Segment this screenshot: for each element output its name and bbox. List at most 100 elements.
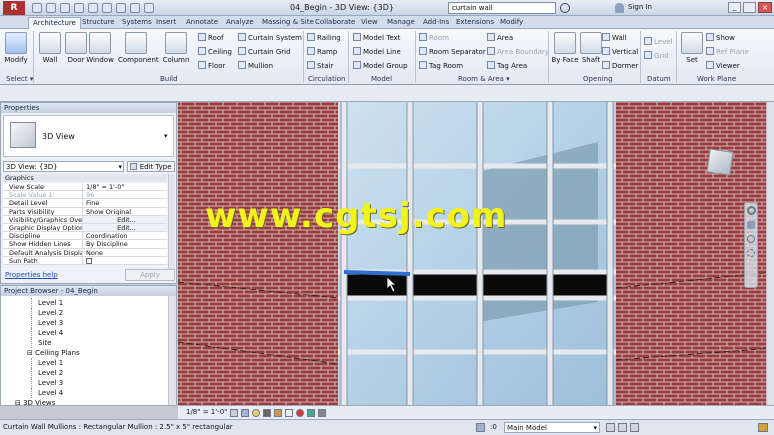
- print-icon[interactable]: [88, 3, 98, 13]
- visual-style-icon[interactable]: [241, 409, 249, 417]
- vertical-opening-button[interactable]: Vertical: [602, 47, 638, 58]
- floor-button[interactable]: Floor: [198, 61, 225, 72]
- minimize-button[interactable]: _: [728, 2, 741, 13]
- by-face-button[interactable]: By Face: [551, 32, 579, 64]
- 3d-view-icon[interactable]: [130, 3, 140, 13]
- properties-scrollbar[interactable]: [168, 174, 175, 269]
- reveal-hidden-icon[interactable]: [307, 409, 315, 417]
- viewcube-icon[interactable]: [706, 148, 734, 176]
- tab-extensions[interactable]: Extensions: [452, 17, 498, 29]
- curtain-system-button[interactable]: Curtain System: [238, 33, 302, 44]
- select-links-icon[interactable]: [618, 423, 627, 432]
- tree-item[interactable]: Level 3: [31, 378, 167, 388]
- type-selector[interactable]: 3D View ▾: [3, 115, 174, 157]
- wall-opening-button[interactable]: Wall: [602, 33, 627, 44]
- tree-item[interactable]: Level 3: [31, 318, 167, 328]
- component-button[interactable]: Component: [118, 32, 159, 64]
- graphics-section[interactable]: Graphics: [3, 174, 167, 182]
- worksets-icon[interactable]: [476, 423, 485, 432]
- apply-button[interactable]: Apply: [125, 269, 175, 281]
- area-button[interactable]: Area: [487, 33, 513, 44]
- ceiling-button[interactable]: Ceiling: [198, 47, 232, 58]
- text-icon[interactable]: [116, 3, 126, 13]
- model-text-button[interactable]: Model Text: [353, 33, 400, 44]
- roof-button[interactable]: Roof: [198, 33, 224, 44]
- curtain-grid-button[interactable]: Curtain Grid: [238, 47, 291, 58]
- area-boundary-button[interactable]: Area Boundary: [487, 47, 549, 58]
- model-group-button[interactable]: Model Group: [353, 61, 408, 72]
- tab-add-ins[interactable]: Add-Ins: [419, 17, 453, 29]
- steering-wheel-icon[interactable]: [746, 206, 756, 215]
- properties-help-link[interactable]: Properties help: [5, 271, 58, 279]
- browser-scrollbar[interactable]: [168, 296, 176, 405]
- temporary-hide-icon[interactable]: [296, 409, 304, 417]
- save-icon[interactable]: [46, 3, 56, 13]
- tag-room-button[interactable]: Tag Room: [419, 61, 463, 72]
- pan-icon[interactable]: [747, 221, 755, 229]
- tab-manage[interactable]: Manage: [383, 17, 419, 29]
- tree-item[interactable]: ⊟ Ceiling Plans: [3, 348, 167, 358]
- orbit-icon[interactable]: [747, 249, 755, 257]
- tab-analyze[interactable]: Analyze: [222, 17, 258, 29]
- tree-item[interactable]: Site: [31, 338, 167, 348]
- grid-button[interactable]: Grid: [644, 51, 669, 62]
- room-separator-button[interactable]: Room Separator: [419, 47, 486, 58]
- ref-plane-button[interactable]: Ref Plane: [706, 47, 749, 58]
- shadows-icon[interactable]: [263, 409, 271, 417]
- tab-insert[interactable]: Insert: [152, 17, 180, 29]
- model-line-button[interactable]: Model Line: [353, 47, 401, 58]
- filter-icon[interactable]: [758, 423, 768, 432]
- tag-area-button[interactable]: Tag Area: [487, 61, 527, 72]
- ramp-button[interactable]: Ramp: [307, 47, 337, 58]
- sun-path-checkbox[interactable]: [83, 257, 167, 264]
- window-button[interactable]: Window: [86, 32, 114, 64]
- tree-item[interactable]: Level 2: [31, 368, 167, 378]
- maximize-button[interactable]: [743, 2, 756, 13]
- tree-item[interactable]: Level 4: [31, 328, 167, 338]
- set-button[interactable]: Set: [678, 32, 706, 64]
- tree-item[interactable]: ⊟ 3D Views: [3, 398, 167, 408]
- detail-level-icon[interactable]: [230, 409, 238, 417]
- tree-item[interactable]: Level 1: [31, 298, 167, 308]
- sun-path-icon[interactable]: [252, 409, 260, 417]
- tab-annotate[interactable]: Annotate: [182, 17, 222, 29]
- view-scale[interactable]: 1/8" = 1'-0": [186, 406, 227, 419]
- open-icon[interactable]: [32, 3, 42, 13]
- show-button[interactable]: Show: [706, 33, 735, 44]
- shaft-button[interactable]: Shaft: [577, 32, 605, 64]
- curtain-wall-model[interactable]: [178, 102, 774, 405]
- editable-only-icon[interactable]: [606, 423, 615, 432]
- undo-icon[interactable]: [60, 3, 70, 13]
- section-icon[interactable]: [144, 3, 154, 13]
- search-icon[interactable]: [560, 3, 570, 13]
- wall-button[interactable]: Wall: [36, 32, 64, 64]
- tab-modify[interactable]: Modify: [496, 17, 527, 29]
- worksharing-icon[interactable]: [318, 409, 326, 417]
- vg-edit-button[interactable]: Edit...: [83, 215, 167, 223]
- mullion-button[interactable]: Mullion: [238, 61, 273, 72]
- tree-item[interactable]: Level 4: [31, 388, 167, 398]
- redo-icon[interactable]: [74, 3, 84, 13]
- room-button[interactable]: Room: [419, 33, 449, 44]
- 3d-viewport[interactable]: [178, 102, 774, 405]
- tree-item[interactable]: Level 2: [31, 308, 167, 318]
- tab-systems[interactable]: Systems: [118, 17, 156, 29]
- edit-type-button[interactable]: Edit Type: [127, 161, 175, 172]
- tab-architecture[interactable]: Architecture: [28, 17, 81, 29]
- zoom-icon[interactable]: [747, 235, 755, 243]
- level-button[interactable]: Level: [644, 37, 672, 48]
- tab-collaborate[interactable]: Collaborate: [311, 17, 359, 29]
- search-input[interactable]: curtain wall: [448, 2, 556, 14]
- chevron-down-icon[interactable]: ▾: [164, 132, 168, 140]
- tab-view[interactable]: View: [357, 17, 382, 29]
- close-button[interactable]: ×: [758, 2, 772, 13]
- viewer-button[interactable]: Viewer: [706, 61, 740, 72]
- gdo-edit-button[interactable]: Edit...: [83, 223, 167, 232]
- render-icon[interactable]: [274, 409, 282, 417]
- tree-item[interactable]: Level 1: [31, 358, 167, 368]
- dormer-button[interactable]: Dormer: [602, 61, 638, 72]
- room-area-panel-label[interactable]: Room & Area ▾: [458, 75, 510, 83]
- tab-structure[interactable]: Structure: [78, 17, 119, 29]
- measure-icon[interactable]: [102, 3, 112, 13]
- crop-view-icon[interactable]: [285, 409, 293, 417]
